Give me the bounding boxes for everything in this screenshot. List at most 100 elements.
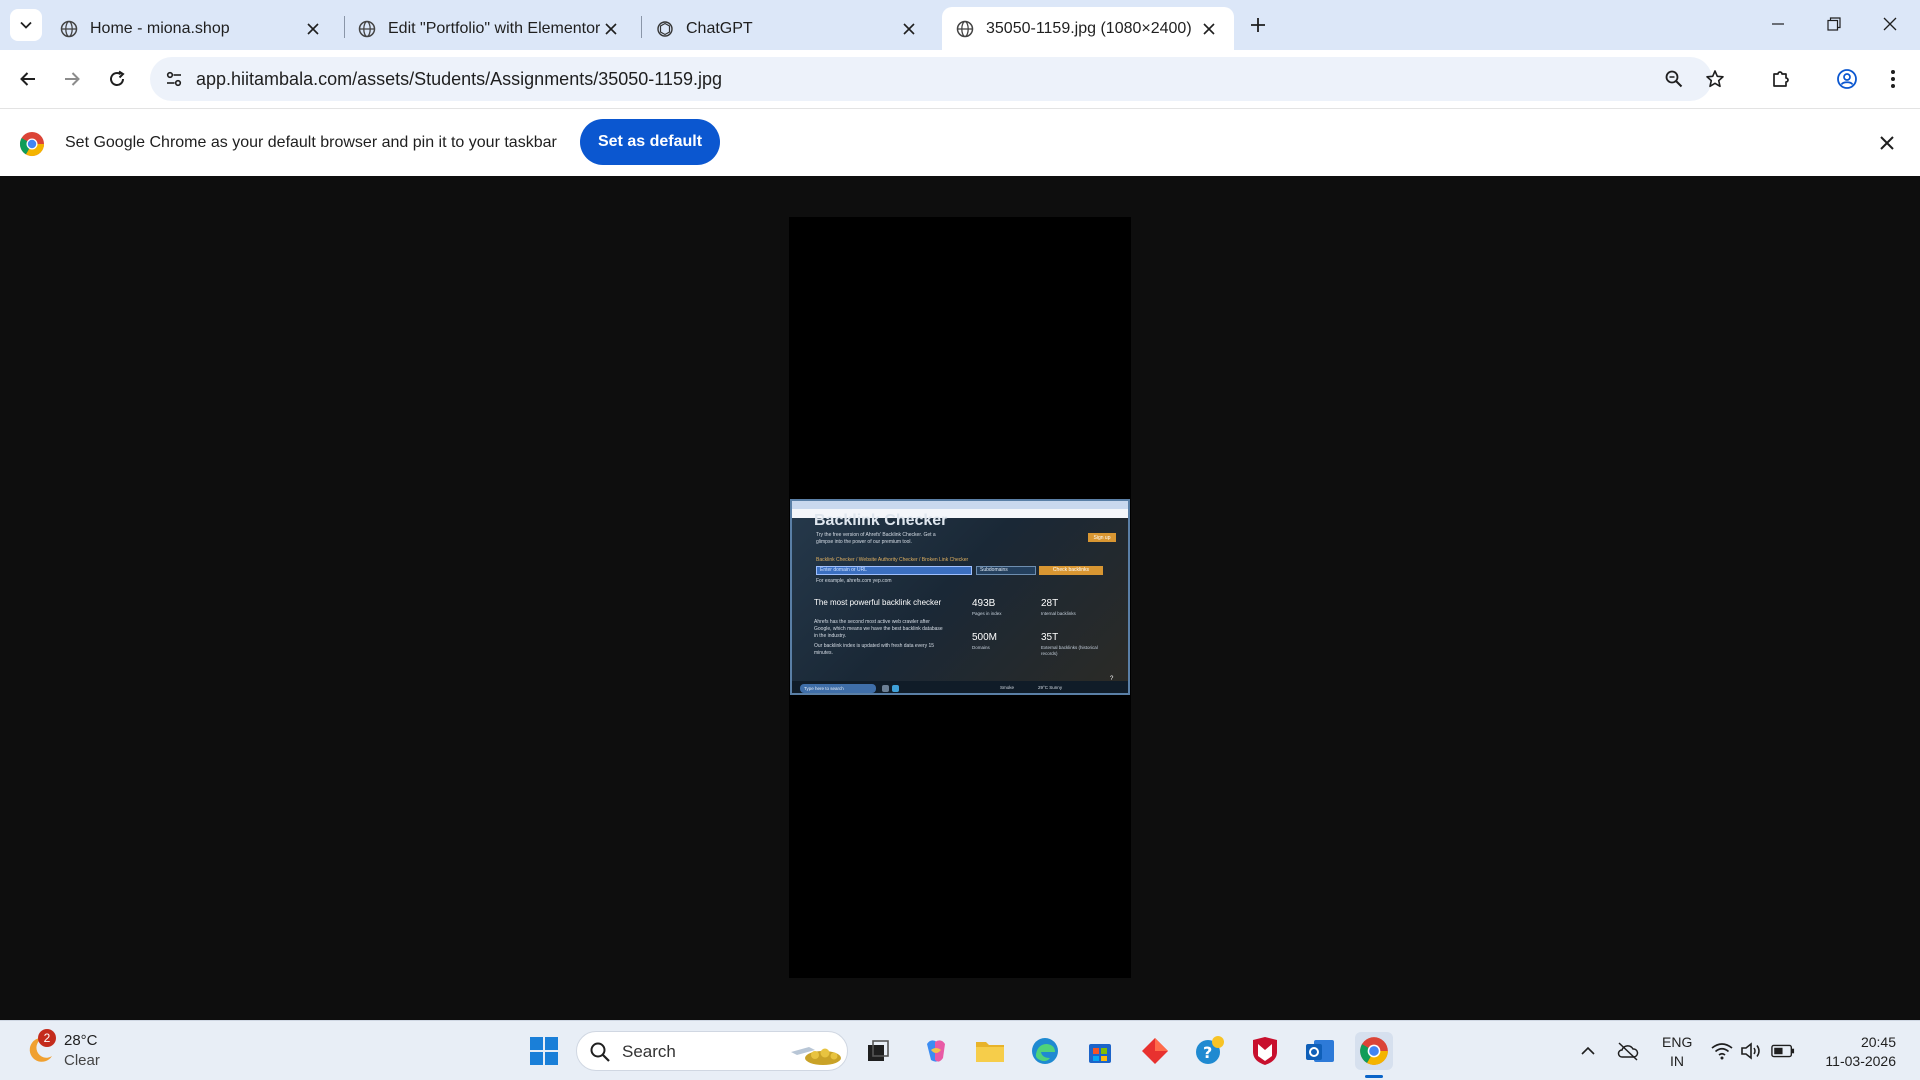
battery-icon	[1771, 1044, 1795, 1058]
set-as-default-button[interactable]: Set as default	[580, 119, 720, 165]
outlook-app[interactable]	[1301, 1032, 1339, 1070]
photo-domain-input: Enter domain or URL	[816, 566, 972, 575]
photo-taskbar-app-icon	[882, 685, 889, 692]
onedrive-tray[interactable]	[1616, 1039, 1640, 1063]
app-red-diamond[interactable]	[1136, 1032, 1174, 1070]
weather-badge: 2	[38, 1029, 56, 1047]
puzzle-icon	[1773, 71, 1789, 87]
image-viewer: Backlink Checker Try the free version of…	[0, 176, 1920, 1020]
start-button[interactable]	[525, 1032, 563, 1070]
globe-icon	[60, 20, 78, 37]
store-icon	[1089, 1044, 1111, 1063]
close-icon[interactable]	[898, 18, 920, 40]
mcafee-app[interactable]	[1246, 1032, 1284, 1070]
minimize-button[interactable]	[1750, 0, 1806, 48]
url-text[interactable]: app.hiitambala.com/assets/Students/Assig…	[196, 69, 722, 90]
windows-taskbar: 2 28°C Clear Search ? ENG IN 20:45 11-03…	[0, 1020, 1920, 1080]
photo-stat-value: 28T	[1041, 598, 1059, 609]
photo-page: Backlink Checker Try the free version of…	[792, 512, 1128, 682]
help-bubble-icon: ?	[1196, 1036, 1224, 1064]
language-indicator[interactable]: ENG IN	[1662, 1033, 1692, 1071]
chrome-icon	[1360, 1037, 1388, 1065]
tab-search-button[interactable]	[10, 9, 42, 41]
folder-icon	[976, 1042, 1004, 1062]
globe-icon	[956, 20, 974, 37]
photo-stat-label: Internal backlinks	[1041, 611, 1076, 616]
reload-icon	[110, 70, 125, 86]
tab-home-miona[interactable]: Home - miona.shop	[46, 7, 338, 50]
chrome-app[interactable]	[1355, 1032, 1393, 1070]
photo-mode-select: Subdomains	[976, 566, 1036, 575]
back-button[interactable]	[12, 63, 44, 95]
file-explorer-app[interactable]	[971, 1032, 1009, 1070]
default-browser-infobar: Set Google Chrome as your default browse…	[0, 108, 1920, 176]
copilot-app[interactable]	[917, 1032, 955, 1070]
restore-icon	[1827, 17, 1841, 31]
tab-elementor[interactable]: Edit "Portfolio" with Elementor	[344, 7, 636, 50]
account-icon	[1837, 69, 1857, 89]
clock-date: 11-03-2026	[1825, 1053, 1896, 1069]
menu-button[interactable]	[1877, 63, 1909, 95]
browser-toolbar: app.hiitambala.com/assets/Students/Assig…	[0, 50, 1920, 108]
extensions-button[interactable]	[1765, 63, 1797, 95]
task-view-button[interactable]	[859, 1032, 897, 1070]
photo-windows-taskbar: Type here to search Smoke 29°C Sunny	[792, 681, 1128, 693]
microsoft-store-app[interactable]	[1081, 1032, 1119, 1070]
arrow-left-icon	[20, 72, 35, 86]
tab-strip: Home - miona.shop Edit "Portfolio" with …	[0, 0, 1920, 50]
star-icon[interactable]	[1701, 65, 1729, 93]
red-diamond-icon	[1142, 1038, 1168, 1064]
tab-title: Edit "Portfolio" with Elementor	[388, 19, 600, 37]
tab-chatgpt[interactable]: ChatGPT	[642, 7, 934, 50]
new-tab-button[interactable]	[1244, 11, 1272, 39]
forward-button[interactable]	[56, 63, 88, 95]
photo-heading: Backlink Checker	[814, 512, 948, 529]
close-window-button[interactable]	[1862, 0, 1918, 48]
photo-intro: glimpse into the power of our premium to…	[816, 539, 912, 545]
photo-intro: Try the free version of Ahrefs' Backlink…	[816, 532, 936, 538]
photo-stat-value: 35T	[1041, 632, 1059, 643]
profile-button[interactable]	[1831, 63, 1863, 95]
battery-tray[interactable]	[1771, 1039, 1795, 1063]
search-highlight-illustration	[791, 1047, 841, 1065]
clock[interactable]: 20:45 11-03-2026	[1806, 1033, 1896, 1071]
close-icon[interactable]	[600, 18, 622, 40]
infobar-message: Set Google Chrome as your default browse…	[65, 134, 557, 151]
more-vert-icon	[1891, 70, 1895, 88]
zoom-icon[interactable]	[1660, 65, 1688, 93]
photo-stat-label: Domains	[972, 645, 990, 650]
reload-button[interactable]	[101, 63, 133, 95]
tab-title: 35050-1159.jpg (1080×2400)	[986, 19, 1192, 37]
close-icon[interactable]	[1874, 130, 1900, 156]
language-region: IN	[1670, 1053, 1684, 1069]
taskbar-search[interactable]: Search	[576, 1031, 848, 1071]
volume-icon	[1741, 1042, 1760, 1060]
search-icon	[590, 1042, 610, 1062]
photo-taskbar-app-icon	[892, 685, 899, 692]
active-app-indicator	[1365, 1075, 1383, 1078]
photo-browser-tabs	[792, 501, 1128, 509]
clock-time: 20:45	[1860, 1034, 1896, 1050]
close-icon[interactable]	[1198, 18, 1220, 40]
arrow-right-icon	[65, 72, 80, 86]
tab-image-active[interactable]: 35050-1159.jpg (1080×2400)	[942, 7, 1234, 50]
displayed-photo[interactable]: Backlink Checker Try the free version of…	[789, 217, 1131, 978]
tab-title: Home - miona.shop	[90, 19, 230, 37]
site-info-icon[interactable]	[162, 67, 186, 91]
network-tray[interactable]	[1710, 1039, 1734, 1063]
photo-paragraph: Our backlink index is updated with fresh…	[814, 643, 935, 656]
volume-tray[interactable]	[1739, 1039, 1763, 1063]
address-bar[interactable]: app.hiitambala.com/assets/Students/Assig…	[150, 57, 1724, 101]
edge-icon	[1032, 1038, 1058, 1064]
restore-button[interactable]	[1806, 0, 1862, 48]
edge-app[interactable]	[1026, 1032, 1064, 1070]
photo-taskbar-weather: Smoke	[1000, 685, 1015, 690]
photo-paragraph: Ahrefs has the second most active web cr…	[814, 619, 943, 639]
show-hidden-icons[interactable]	[1576, 1039, 1600, 1063]
close-icon[interactable]	[302, 18, 324, 40]
photo-tool-links: Backlink Checker / Website Authority Che…	[816, 557, 969, 563]
tips-app[interactable]: ?	[1191, 1032, 1229, 1070]
photo-section-title: The most powerful backlink checker	[814, 598, 942, 607]
photo-taskbar-search: Type here to search	[800, 684, 876, 693]
chevron-up-icon	[1581, 1046, 1595, 1055]
